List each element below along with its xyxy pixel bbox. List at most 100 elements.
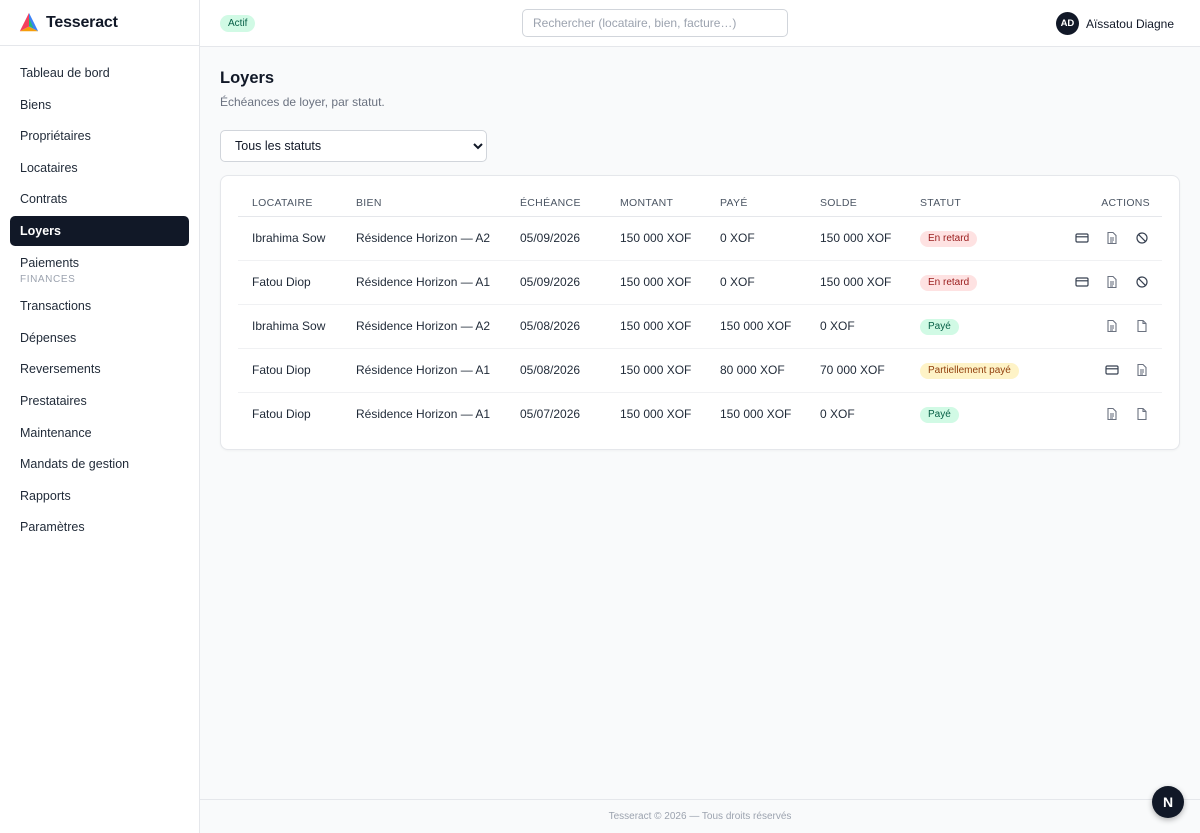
- cell-statut: Payé: [906, 304, 1046, 349]
- receipt-icon[interactable]: [1134, 406, 1150, 422]
- cell-montant: 150 000 XOF: [606, 304, 706, 349]
- cell-solde: 0 XOF: [820, 407, 855, 422]
- document-icon[interactable]: [1104, 274, 1120, 290]
- sidebar-item-rapports[interactable]: Rapports: [10, 481, 189, 511]
- avatar[interactable]: AD: [1055, 12, 1079, 35]
- sidebar-item-prestataires[interactable]: Prestataires: [10, 386, 189, 416]
- footer-text: Tesseract © 2026 — Tous droits réservés: [608, 811, 792, 822]
- status-pill: En retard: [920, 230, 978, 247]
- cell-statut: Partiellement payé: [906, 348, 1046, 393]
- cell-bien: Résidence Horizon — A2: [342, 216, 506, 261]
- column-header-paye: PAYÉ: [706, 190, 806, 217]
- column-header-statut: STATUT: [906, 190, 1046, 217]
- sidebar-item-depenses[interactable]: Dépenses: [10, 323, 189, 353]
- document-icon[interactable]: [1104, 318, 1120, 334]
- column-header-bien: BIEN: [342, 190, 506, 217]
- sidebar-item-tableau-de-bord[interactable]: Tableau de bord: [10, 58, 189, 88]
- card-icon[interactable]: [1074, 274, 1090, 290]
- cell-montant: 150 000 XOF: [606, 216, 706, 261]
- sidebar-item-mandats-de-gestion[interactable]: Mandats de gestion: [10, 449, 189, 479]
- footer: Tesseract © 2026 — Tous droits réservés: [200, 799, 1200, 833]
- cell-locataire: Ibrahima Sow: [238, 304, 342, 349]
- sidebar-item-transactions[interactable]: Transactions: [10, 291, 189, 321]
- cell-echeance: 05/08/2026: [506, 348, 606, 393]
- table-row: Fatou Diop Résidence Horizon — A1 05/09/20…: [238, 260, 1162, 305]
- cell-montant: 150 000 XOF: [620, 407, 692, 422]
- cell-montant: 150 000 XOF: [606, 348, 706, 393]
- cell-echeance: 05/09/2026: [506, 260, 606, 305]
- column-header-montant: MONTANT: [606, 190, 706, 217]
- cell-paye: 150 000 XOF: [706, 304, 806, 349]
- cell-actions: [1046, 260, 1162, 305]
- cell-echeance: 05/07/2026: [520, 407, 581, 422]
- sidebar: Tesseract Tableau de bord Biens Propriét…: [0, 0, 200, 833]
- cancel-icon[interactable]: [1134, 274, 1150, 290]
- cell-locataire: Fatou Diop: [238, 348, 342, 393]
- status-badge: Actif: [220, 15, 256, 32]
- top-header: Actif AD Aïssatou Diagne: [200, 0, 1200, 47]
- sidebar-item-parametres[interactable]: Paramètres: [10, 512, 189, 542]
- cell-paye: 0 XOF: [706, 260, 806, 305]
- cell-echeance: 05/09/2026: [506, 216, 606, 261]
- document-icon[interactable]: [1104, 406, 1120, 422]
- cell-solde: 150 000 XOF: [806, 216, 906, 261]
- column-header-actions: ACTIONS: [1046, 190, 1162, 217]
- cell-statut: Payé: [906, 392, 1046, 436]
- cell-actions: [1046, 216, 1162, 261]
- cell-bien: Résidence Horizon — A2: [342, 304, 506, 349]
- cell-bien: Résidence Horizon — A1: [356, 407, 491, 422]
- sidebar-item-loyers[interactable]: Loyers: [10, 215, 189, 246]
- cell-paye: 80 000 XOF: [706, 348, 806, 393]
- rent-table-card: LOCATAIRE BIEN ÉCHÉANCE MONTANT PAYÉ SOL…: [220, 175, 1180, 450]
- status-pill: Payé: [920, 318, 959, 335]
- card-icon[interactable]: [1104, 362, 1120, 378]
- document-icon[interactable]: [1134, 362, 1150, 378]
- cell-solde: 0 XOF: [806, 304, 906, 349]
- cell-paye: 0 XOF: [706, 216, 806, 261]
- cell-solde: 150 000 XOF: [806, 260, 906, 305]
- sidebar-item-contrats[interactable]: Contrats: [10, 184, 189, 214]
- cell-locataire: Fatou Diop: [238, 260, 342, 305]
- dev-tools-badge[interactable]: N: [1152, 786, 1184, 818]
- column-header-solde: SOLDE: [806, 190, 906, 217]
- status-pill: Partiellement payé: [920, 362, 1019, 379]
- status-pill: En retard: [920, 274, 978, 291]
- app-name: Tesseract: [46, 13, 118, 31]
- tesseract-logo-icon: [19, 12, 39, 31]
- sidebar-item-reversements[interactable]: Reversements: [10, 354, 189, 384]
- table-row: Fatou Diop Résidence Horizon — A1 05/08/20…: [238, 348, 1162, 393]
- status-filter-select[interactable]: Tous les statuts: [220, 130, 487, 162]
- column-header-echeance: ÉCHÉANCE: [506, 190, 606, 217]
- document-icon[interactable]: [1104, 230, 1120, 246]
- cell-solde: 70 000 XOF: [806, 348, 906, 393]
- sidebar-section-finances: FINANCES: [20, 274, 76, 286]
- card-icon[interactable]: [1074, 230, 1090, 246]
- column-header-locataire: LOCATAIRE: [238, 190, 342, 217]
- cell-actions: [1046, 348, 1162, 393]
- search-input[interactable]: [522, 9, 788, 37]
- table-header-row: LOCATAIRE BIEN ÉCHÉANCE MONTANT PAYÉ SOL…: [238, 190, 1162, 217]
- receipt-icon[interactable]: [1134, 318, 1150, 334]
- table-row: Ibrahima Sow Résidence Horizon — A2 05/09/…: [238, 216, 1162, 261]
- table-row: Ibrahima Sow Résidence Horizon — A2 05/08/…: [238, 304, 1162, 349]
- page-title: Loyers: [220, 69, 275, 87]
- sidebar-item-maintenance[interactable]: Maintenance: [10, 418, 189, 448]
- sidebar-item-proprietaires[interactable]: Propriétaires: [10, 121, 189, 151]
- user-name[interactable]: Aïssatou Diagne: [1086, 17, 1174, 31]
- user-menu[interactable]: AD Aïssatou Diagne: [1055, 12, 1174, 35]
- table-row: Fatou Diop Résidence Horizon — A1 05/07/20…: [238, 392, 1162, 436]
- sidebar-item-locataires[interactable]: Locataires: [10, 153, 189, 183]
- cell-locataire: Ibrahima Sow: [238, 216, 342, 261]
- sidebar-nav: Tableau de bord Biens Propriétaires Loca…: [0, 46, 199, 542]
- sidebar-item-biens[interactable]: Biens: [10, 90, 189, 120]
- rent-table: LOCATAIRE BIEN ÉCHÉANCE MONTANT PAYÉ SOL…: [238, 190, 1162, 436]
- cell-statut: En retard: [906, 216, 1046, 261]
- cell-bien: Résidence Horizon — A1: [342, 348, 506, 393]
- cell-locataire: Fatou Diop: [252, 407, 311, 422]
- brand[interactable]: Tesseract: [0, 0, 199, 46]
- status-pill: Payé: [920, 406, 959, 423]
- cell-statut: En retard: [906, 260, 1046, 305]
- cell-bien: Résidence Horizon — A1: [342, 260, 506, 305]
- cell-actions: [1046, 392, 1162, 436]
- cancel-icon[interactable]: [1134, 230, 1150, 246]
